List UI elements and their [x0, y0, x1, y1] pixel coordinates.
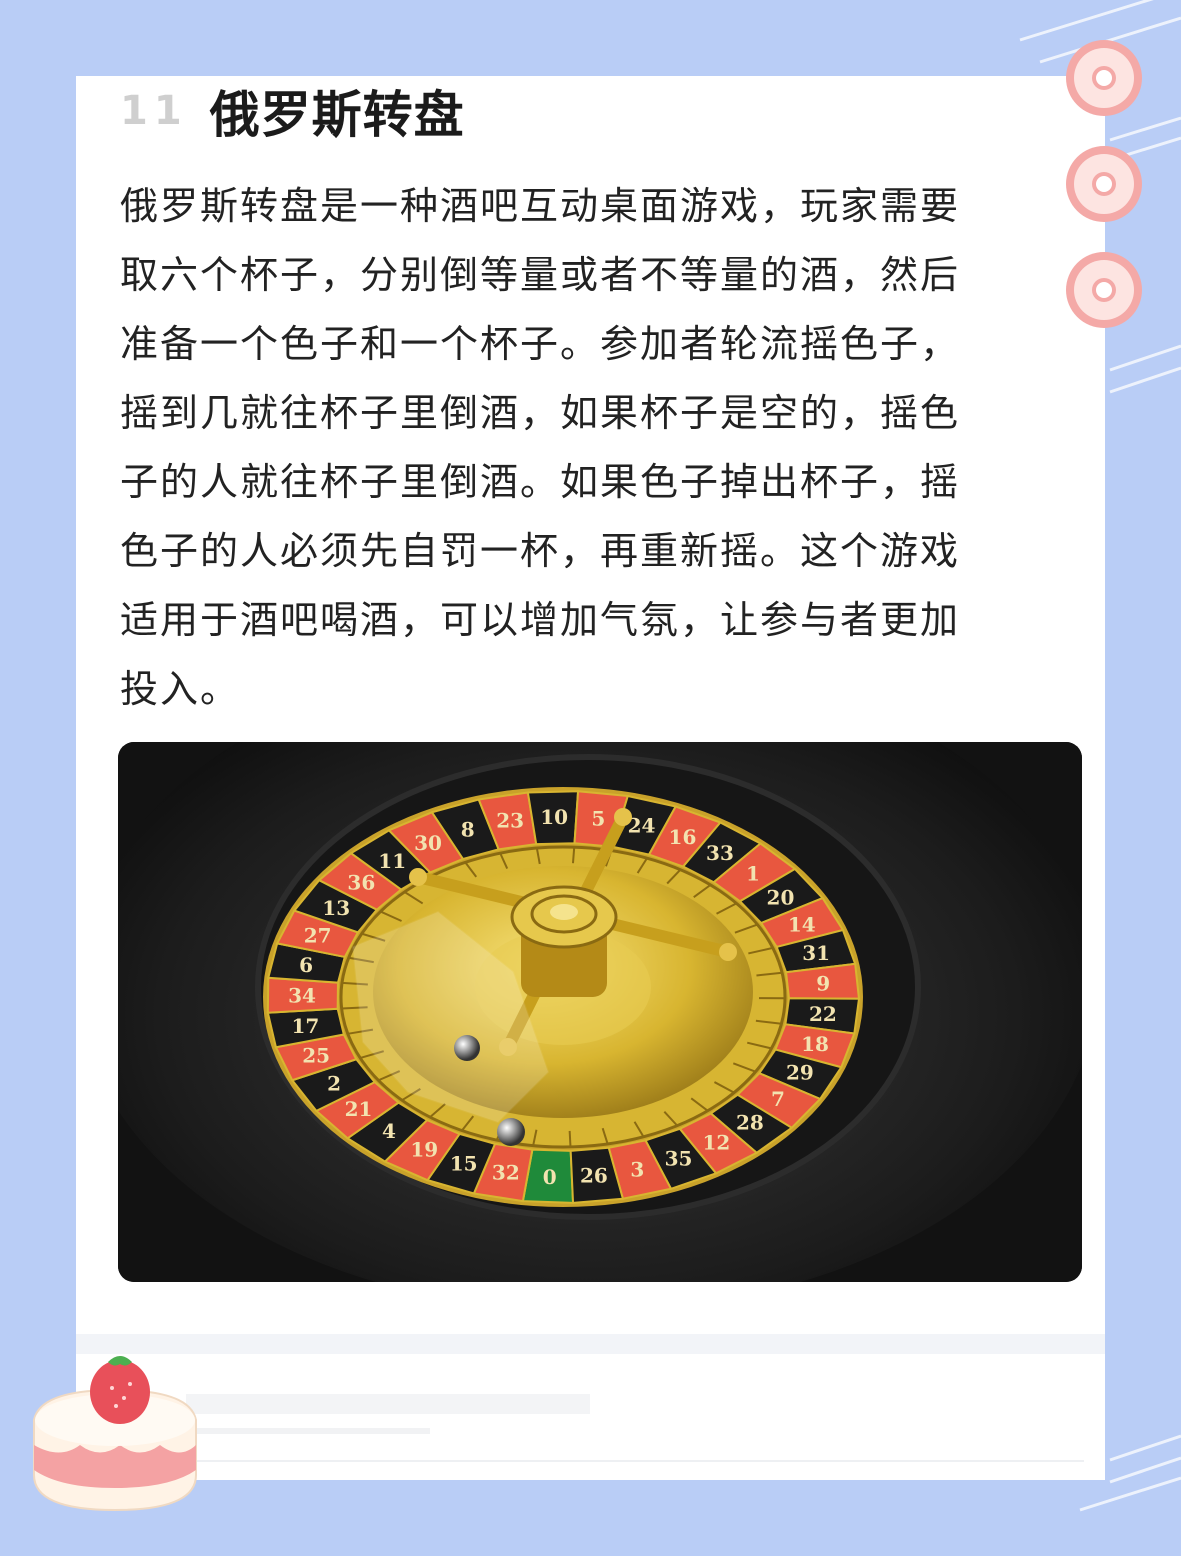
- wheel-number: 30: [414, 831, 442, 855]
- footer-placeholder: [186, 1428, 430, 1434]
- wheel-number: 20: [767, 885, 795, 909]
- wheel-number: 31: [802, 941, 830, 965]
- wheel-number: 19: [410, 1137, 438, 1161]
- article-line: 子的人就往杯子里倒酒。如果色子掉出杯子，摇: [120, 460, 961, 504]
- footer-placeholder: [186, 1394, 590, 1414]
- content-card: 11 俄罗斯转盘 俄罗斯转盘是一种酒吧互动桌面游戏，玩家需要 取六个杯子，分别倒…: [76, 76, 1105, 1480]
- article-line: 俄罗斯转盘是一种酒吧互动桌面游戏，玩家需要: [120, 184, 961, 228]
- footer-bar: [76, 1334, 1105, 1354]
- donut-icon: [1066, 146, 1142, 222]
- wheel-number: 16: [669, 825, 697, 849]
- article-line: 取六个杯子，分别倒等量或者不等量的酒，然后: [120, 253, 961, 297]
- wheel-number: 33: [706, 841, 734, 865]
- roulette-wheel: 03215194212251734627133611308 23 10 5 24 1633…: [118, 742, 1082, 1282]
- section-header: 11 俄罗斯转盘: [120, 75, 469, 147]
- wheel-number: 5: [591, 807, 605, 831]
- wheel-number: 36: [347, 871, 375, 895]
- wheel-number: 32: [492, 1161, 520, 1185]
- cake-icon: [33, 1356, 197, 1512]
- wheel-number: 9: [816, 971, 830, 995]
- wheel-number: 12: [702, 1131, 730, 1155]
- wheel-number: 17: [291, 1014, 319, 1038]
- roulette-photo: 0 32 15 19 4 21 2 25 17 34 6 27 13 36 11 30 8 23 10 5 24 16 33…: [118, 742, 1082, 1282]
- wheel-number: 3: [630, 1158, 644, 1182]
- wheel-number: 18: [801, 1032, 829, 1056]
- wheel-number: 2: [327, 1071, 341, 1095]
- section-number: 11: [120, 88, 188, 134]
- wheel-number: 1: [746, 862, 760, 886]
- article-line: 适用于酒吧喝酒，可以增加气氛，让参与者更加: [120, 598, 961, 642]
- wheel-number: 21: [345, 1097, 373, 1121]
- wheel-number: 28: [736, 1111, 764, 1135]
- wheel-number: 13: [322, 896, 350, 920]
- wheel-number: 34: [288, 983, 316, 1007]
- wheel-number: 29: [786, 1061, 814, 1085]
- article-line: 投入。: [120, 667, 241, 711]
- article-line: 色子的人必须先自罚一杯，再重新摇。这个游戏: [120, 529, 961, 573]
- article-line: 摇到几就往杯子里倒酒，如果杯子是空的，摇色: [120, 391, 961, 435]
- wheel-number: 23: [496, 809, 524, 833]
- section-title-text: 俄罗斯转盘: [209, 86, 465, 144]
- wheel-fret: [568, 1130, 572, 1148]
- wheel-number: 14: [788, 912, 816, 936]
- wheel-number: 11: [378, 849, 406, 873]
- donut-icon: [1066, 252, 1142, 328]
- wheel-number: 6: [299, 953, 313, 977]
- steel-ball: [454, 1035, 480, 1061]
- donut-icon: [1066, 40, 1142, 116]
- footer-divider: [176, 1460, 1084, 1462]
- wheel-number: 8: [461, 817, 475, 841]
- wheel-number: 4: [382, 1119, 396, 1143]
- wheel-number: 0: [543, 1165, 557, 1189]
- wheel-number: 22: [809, 1002, 837, 1026]
- wheel-number: 10: [540, 805, 568, 829]
- wheel-number: 35: [665, 1146, 693, 1170]
- section-title: 俄罗斯转盘: [205, 75, 469, 147]
- wheel-number: 27: [304, 924, 332, 948]
- wheel-number: 25: [302, 1044, 330, 1068]
- wheel-number: 26: [580, 1164, 608, 1188]
- article-line: 准备一个色子和一个杯子。参加者轮流摇色子，: [120, 322, 961, 366]
- wheel-number: 7: [771, 1087, 785, 1111]
- wheel-number: 15: [450, 1151, 478, 1175]
- wheel-fret: [571, 846, 576, 864]
- steel-ball: [497, 1118, 525, 1146]
- article-body: 俄罗斯转盘是一种酒吧互动桌面游戏，玩家需要 取六个杯子，分别倒等量或者不等量的酒…: [120, 172, 1060, 724]
